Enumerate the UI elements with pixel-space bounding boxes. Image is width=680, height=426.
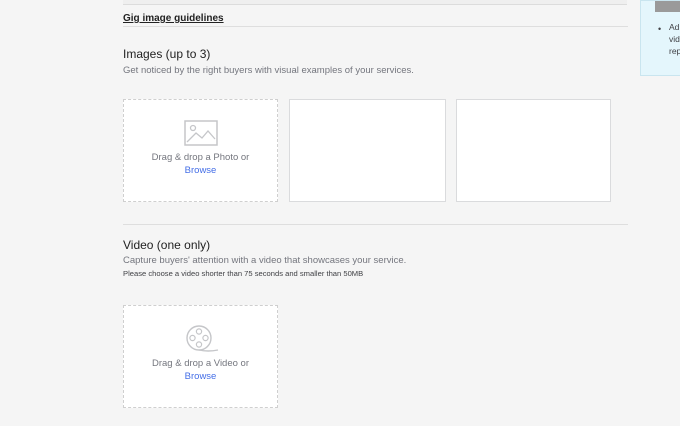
video-section-title: Video (one only) [123, 238, 211, 252]
film-reel-icon [186, 325, 219, 352]
gig-gallery-page: Gig image guidelines Images (up to 3) Ge… [0, 0, 680, 426]
tip-image-placeholder [655, 1, 680, 12]
tip-bullet: • [658, 24, 662, 34]
image-drop-text: Drag & drop a Photo or [151, 152, 250, 163]
image-slot-2[interactable] [289, 99, 446, 202]
tip-panel: • Ad vid rep [640, 0, 680, 76]
video-size-note: Please choose a video shorter than 75 se… [123, 269, 364, 278]
video-drop-text: Drag & drop a Video or [152, 358, 249, 369]
tip-text-line: rep [669, 46, 680, 56]
gig-image-guidelines-link[interactable]: Gig image guidelines [123, 13, 224, 24]
tip-text-line: vid [669, 34, 680, 44]
image-dropzone-1[interactable]: Drag & drop a Photo or Browse [123, 99, 278, 202]
video-browse-link[interactable]: Browse [124, 371, 277, 382]
video-dropzone[interactable]: Drag & drop a Video or Browse [123, 305, 278, 408]
image-slot-3[interactable] [456, 99, 611, 202]
divider [123, 224, 628, 225]
images-section-title: Images (up to 3) [123, 47, 211, 61]
images-section-subtitle: Get noticed by the right buyers with vis… [123, 65, 414, 76]
top-panel-edge [123, 0, 627, 5]
divider [123, 26, 628, 27]
video-section-subtitle: Capture buyers' attention with a video t… [123, 255, 407, 266]
image-browse-link[interactable]: Browse [124, 165, 277, 176]
image-placeholder-icon [184, 120, 218, 146]
tip-text-line: Ad [669, 22, 680, 32]
